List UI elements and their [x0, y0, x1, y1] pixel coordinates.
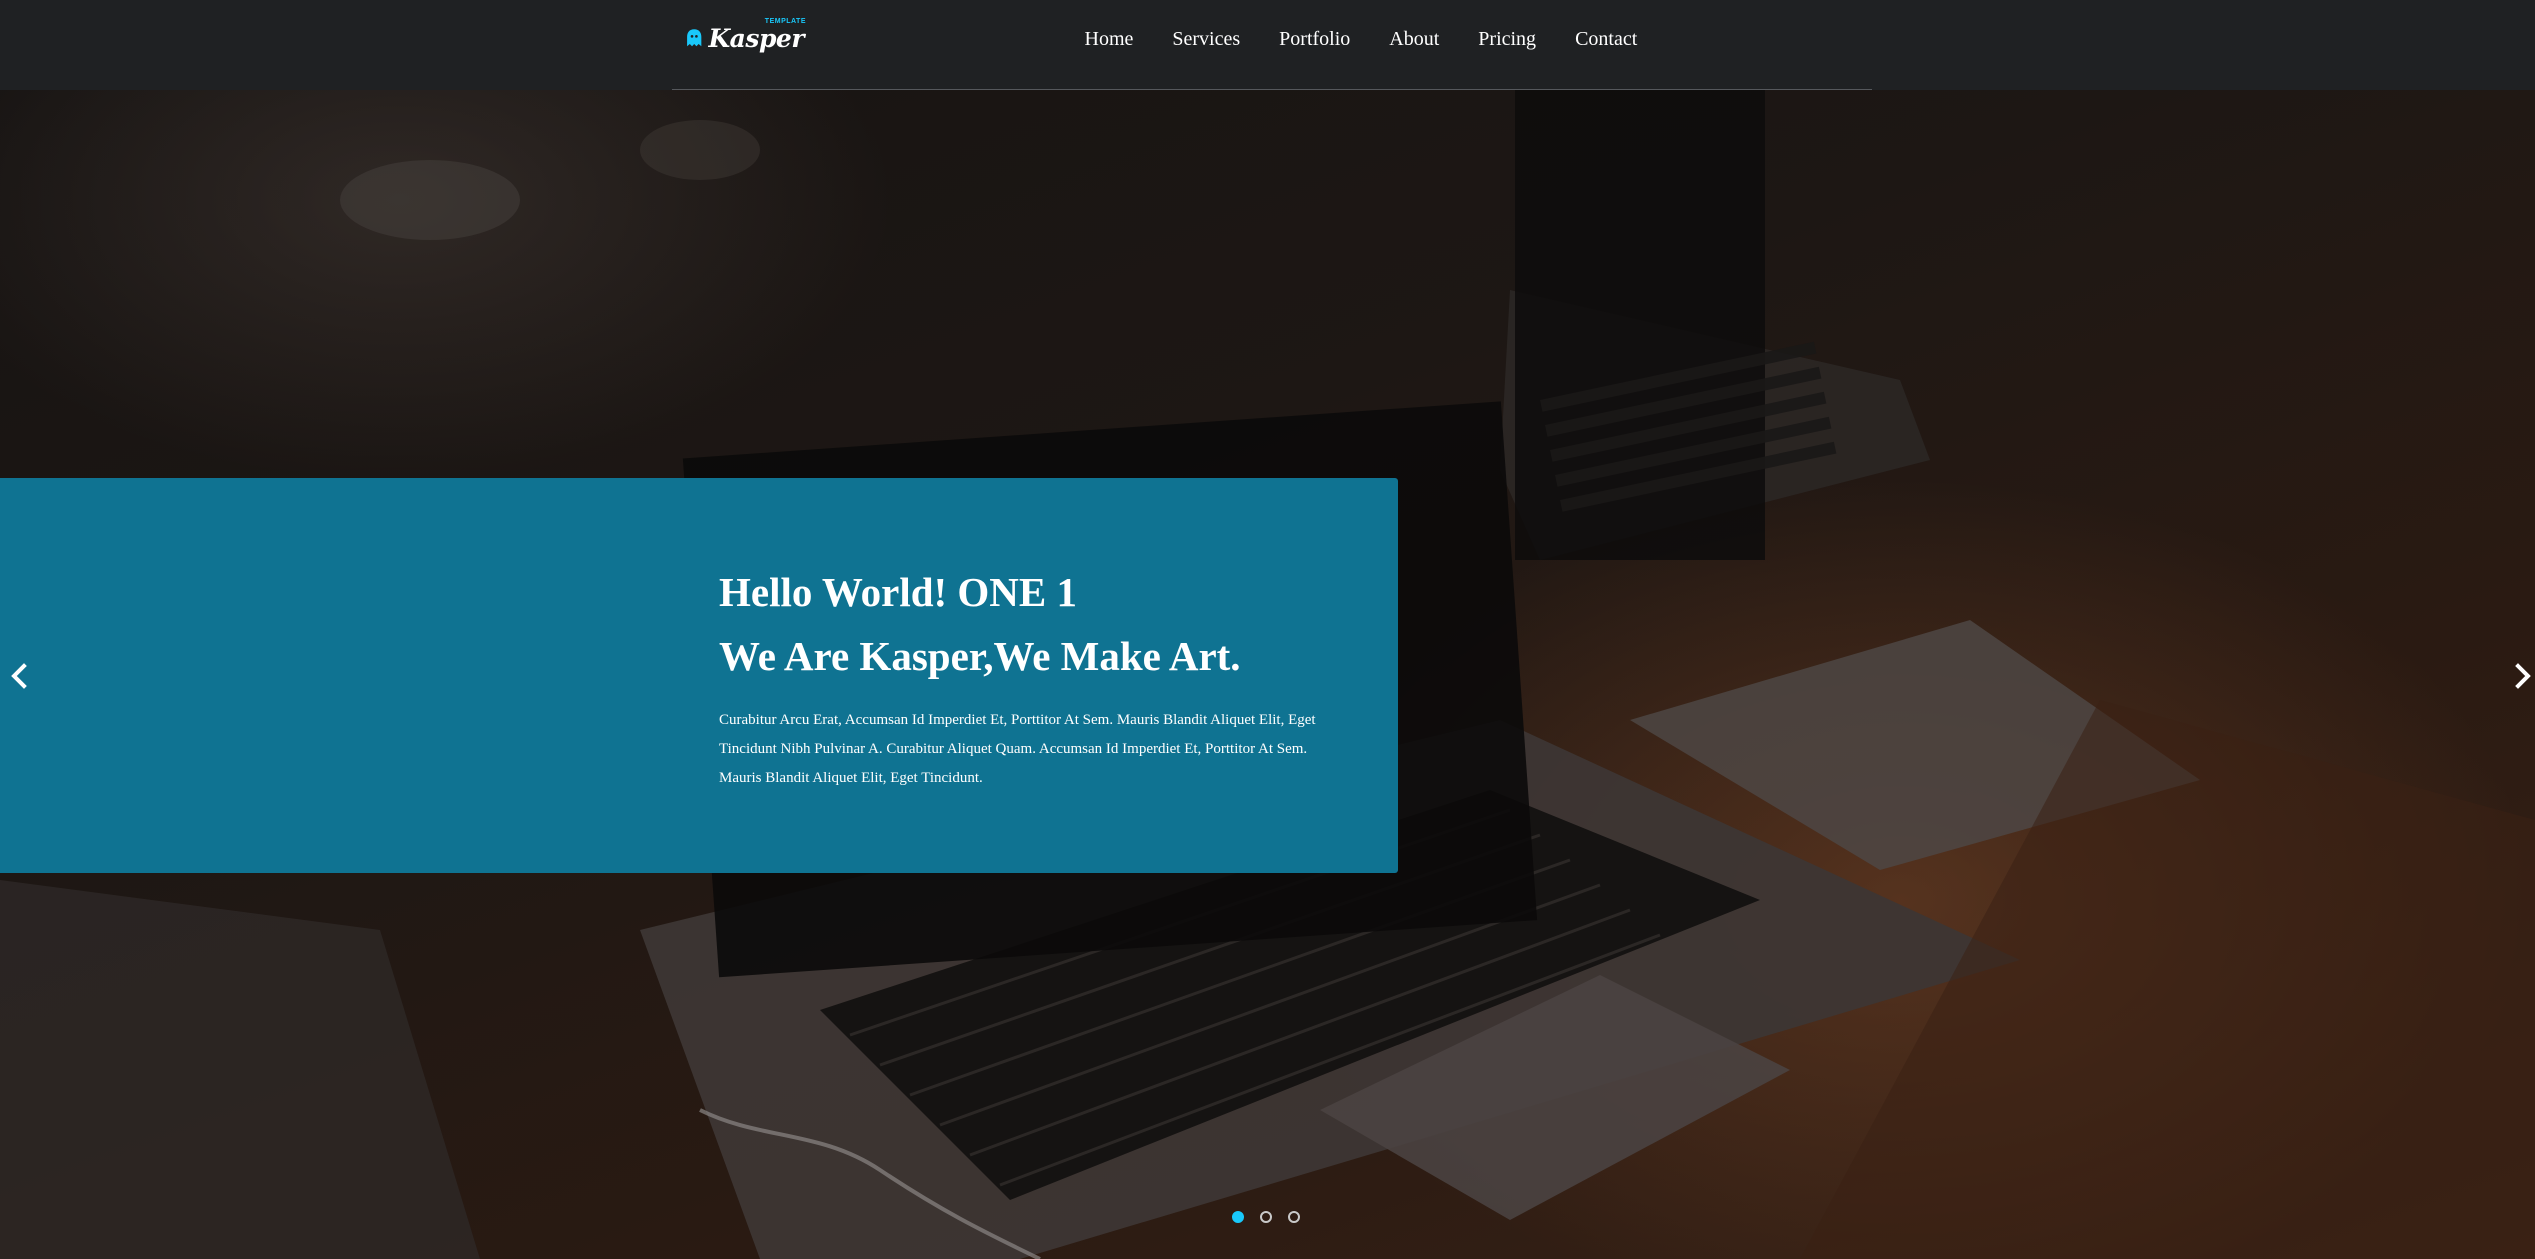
carousel-prev-button[interactable]: [6, 658, 32, 694]
site-logo[interactable]: Kasper TEMPLATE: [686, 17, 806, 58]
logo-subtitle: TEMPLATE: [764, 17, 806, 25]
carousel-indicators: [1232, 1211, 1300, 1223]
carousel-next-button[interactable]: [2510, 658, 2535, 694]
slide-headline: Hello World! ONE 1 We Are Kasper,We Make…: [719, 560, 1241, 688]
carousel-dot-1[interactable]: [1232, 1211, 1244, 1223]
chevron-right-icon: [2515, 663, 2531, 689]
header-divider: [672, 89, 1872, 90]
nav-link-portfolio[interactable]: Portfolio: [1260, 26, 1370, 56]
slide-description: Curabitur Arcu Erat, Accumsan Id Imperdi…: [719, 712, 1316, 786]
headline-line-1: Hello World! ONE 1: [719, 569, 1078, 615]
nav-link-home[interactable]: Home: [1065, 26, 1153, 56]
logo-wordmark: Kasper TEMPLATE: [708, 17, 806, 53]
site-header: Kasper TEMPLATE Home Services Portfolio …: [0, 0, 2535, 90]
carousel-dot-2[interactable]: [1260, 1211, 1272, 1223]
ghost-logo-icon: [687, 29, 702, 47]
nav-link-about[interactable]: About: [1370, 26, 1459, 56]
headline-line-2: We Are Kasper,We Make Art.: [719, 633, 1241, 679]
carousel-dot-3[interactable]: [1288, 1211, 1300, 1223]
main-nav: Home Services Portfolio About Pricing Co…: [1065, 26, 1657, 56]
chevron-left-icon: [11, 663, 27, 689]
nav-link-pricing[interactable]: Pricing: [1459, 26, 1556, 56]
nav-link-services[interactable]: Services: [1153, 26, 1260, 56]
nav-link-contact[interactable]: Contact: [1556, 26, 1657, 56]
